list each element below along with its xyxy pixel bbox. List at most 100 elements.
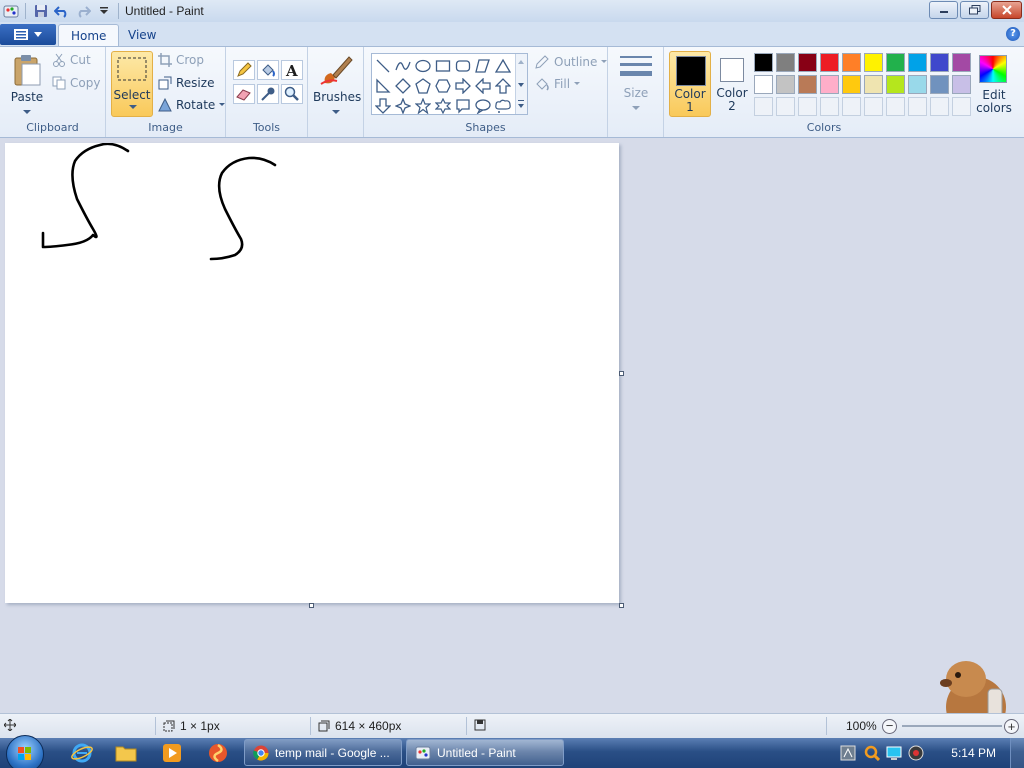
restore-button[interactable] xyxy=(960,1,989,19)
resize-handle-bottom[interactable] xyxy=(309,603,314,608)
fill-button[interactable]: Fill xyxy=(534,76,581,92)
paint-app-icon[interactable] xyxy=(2,2,20,20)
right-triangle-shape[interactable] xyxy=(373,76,392,95)
minimize-button[interactable] xyxy=(929,1,958,19)
rounded-callout-shape[interactable] xyxy=(453,96,472,115)
palette-swatch-empty[interactable] xyxy=(820,97,839,116)
fill-tool[interactable] xyxy=(257,60,279,80)
palette-swatch-99d9ea[interactable] xyxy=(908,75,927,94)
save-icon[interactable] xyxy=(32,2,50,20)
right-arrow-shape[interactable] xyxy=(453,76,472,95)
left-arrow-shape[interactable] xyxy=(473,76,492,95)
size-button[interactable]: Size xyxy=(614,53,658,114)
palette-swatch-00a2e8[interactable] xyxy=(908,53,927,72)
four-point-star-shape[interactable] xyxy=(393,96,412,115)
select-button[interactable]: Select xyxy=(111,51,153,117)
line-shape[interactable] xyxy=(373,56,392,75)
tray-network-app[interactable] xyxy=(840,745,856,764)
help-icon[interactable]: ? xyxy=(1006,27,1020,41)
palette-swatch-empty[interactable] xyxy=(798,97,817,116)
zoom-in-button[interactable]: + xyxy=(1004,719,1019,734)
zoom-slider[interactable] xyxy=(902,725,1002,727)
palette-swatch-ff7f27[interactable] xyxy=(842,53,861,72)
copy-button[interactable]: Copy xyxy=(52,76,100,90)
pentagon-shape[interactable] xyxy=(413,76,432,95)
palette-swatch-3f48cc[interactable] xyxy=(930,53,949,72)
close-button[interactable] xyxy=(991,1,1022,19)
five-point-star-shape[interactable] xyxy=(413,96,432,115)
color-1-button[interactable]: Color 1 xyxy=(669,51,711,117)
palette-swatch-a349a4[interactable] xyxy=(952,53,971,72)
palette-swatch-empty[interactable] xyxy=(864,97,883,116)
resize-button[interactable]: Resize xyxy=(158,76,214,90)
pencil-tool[interactable] xyxy=(233,60,255,80)
color-picker-tool[interactable] xyxy=(257,84,279,104)
app-launcher-button[interactable] xyxy=(200,740,236,766)
drawing-canvas[interactable] xyxy=(5,142,619,603)
palette-swatch-empty[interactable] xyxy=(930,97,949,116)
outline-button[interactable]: Outline xyxy=(534,54,608,70)
palette-swatch-880015[interactable] xyxy=(798,53,817,72)
resize-handle-corner[interactable] xyxy=(619,603,624,608)
palette-swatch-empty[interactable] xyxy=(952,97,971,116)
palette-swatch-empty[interactable] xyxy=(842,97,861,116)
resize-handle-right[interactable] xyxy=(619,371,624,376)
palette-swatch-000000[interactable] xyxy=(754,53,773,72)
tray-display-app[interactable] xyxy=(886,745,902,764)
paint-menu-button[interactable] xyxy=(0,24,56,45)
palette-swatch-b5e61d[interactable] xyxy=(886,75,905,94)
diamond-shape[interactable] xyxy=(393,76,412,95)
color-2-button[interactable]: Color 2 xyxy=(712,51,752,117)
text-tool[interactable]: A xyxy=(281,60,303,80)
tray-webcam-app[interactable] xyxy=(908,745,924,764)
palette-swatch-efe4b0[interactable] xyxy=(864,75,883,94)
down-arrow-shape[interactable] xyxy=(373,96,392,115)
brushes-button[interactable]: Brushes xyxy=(313,53,361,118)
polygon-shape[interactable] xyxy=(473,56,492,75)
shapes-scrollbar[interactable] xyxy=(515,54,527,114)
palette-swatch-ffc90e[interactable] xyxy=(842,75,861,94)
redo-icon[interactable] xyxy=(74,2,92,20)
tray-search-app[interactable] xyxy=(864,745,881,764)
six-point-star-shape[interactable] xyxy=(433,96,452,115)
palette-swatch-ffaec9[interactable] xyxy=(820,75,839,94)
rotate-button[interactable]: Rotate xyxy=(158,98,226,112)
palette-swatch-ffffff[interactable] xyxy=(754,75,773,94)
curve-shape[interactable] xyxy=(393,56,412,75)
up-arrow-shape[interactable] xyxy=(493,76,512,95)
clock[interactable]: 5:14 PM xyxy=(951,746,996,760)
magnifier-tool[interactable] xyxy=(281,84,303,104)
palette-swatch-fff200[interactable] xyxy=(864,53,883,72)
internet-explorer-button[interactable] xyxy=(64,740,100,766)
palette-swatch-empty[interactable] xyxy=(754,97,773,116)
palette-swatch-empty[interactable] xyxy=(776,97,795,116)
edit-colors-button[interactable]: Edit colors xyxy=(972,89,1016,115)
palette-swatch-7f7f7f[interactable] xyxy=(776,53,795,72)
start-button[interactable] xyxy=(6,735,44,768)
eraser-tool[interactable] xyxy=(233,84,255,104)
undo-icon[interactable] xyxy=(53,2,71,20)
cloud-callout-shape[interactable] xyxy=(493,96,512,115)
palette-swatch-c8bfe7[interactable] xyxy=(952,75,971,94)
rectangle-shape[interactable] xyxy=(433,56,452,75)
tab-home[interactable]: Home xyxy=(58,24,120,46)
media-player-button[interactable] xyxy=(154,740,190,766)
crop-button[interactable]: Crop xyxy=(158,53,204,67)
oval-shape[interactable] xyxy=(413,56,432,75)
palette-swatch-ed1c24[interactable] xyxy=(820,53,839,72)
palette-swatch-22b14c[interactable] xyxy=(886,53,905,72)
show-desktop-button[interactable] xyxy=(1010,738,1024,768)
palette-swatch-7092be[interactable] xyxy=(930,75,949,94)
customize-toolbar-icon[interactable] xyxy=(95,2,113,20)
hexagon-shape[interactable] xyxy=(433,76,452,95)
palette-swatch-b97a57[interactable] xyxy=(798,75,817,94)
paste-button[interactable]: Paste xyxy=(8,53,46,118)
cut-button[interactable]: Cut xyxy=(52,53,91,67)
task-chrome[interactable]: temp mail - Google ... xyxy=(244,739,402,766)
palette-swatch-c3c3c3[interactable] xyxy=(776,75,795,94)
tab-view[interactable]: View xyxy=(116,24,168,46)
palette-swatch-empty[interactable] xyxy=(886,97,905,116)
file-explorer-button[interactable] xyxy=(108,740,144,766)
triangle-shape[interactable] xyxy=(493,56,512,75)
palette-swatch-empty[interactable] xyxy=(908,97,927,116)
